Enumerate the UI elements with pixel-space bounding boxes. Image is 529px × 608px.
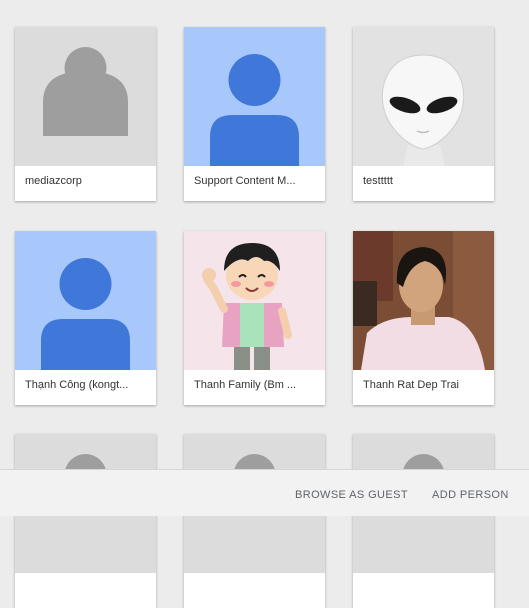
default-person-icon: [15, 231, 156, 370]
profile-card-testtttt[interactable]: testtttt: [353, 27, 494, 201]
default-person-icon: [184, 27, 325, 166]
profile-name: Thanh Rat Dep Trai: [363, 379, 459, 391]
browse-as-guest-button[interactable]: BROWSE AS GUEST: [295, 489, 408, 501]
add-person-button[interactable]: ADD PERSON: [432, 489, 509, 501]
profile-name: Support Content M...: [194, 175, 296, 187]
cartoon-boy-avatar-image: [184, 231, 325, 370]
profile-name: Thanh Family (Bm ...: [194, 379, 297, 391]
default-person-icon: [15, 27, 156, 166]
profile-card[interactable]: [184, 434, 325, 608]
profile-card-thanh-rat-dep-trai[interactable]: Thanh Rat Dep Trai: [353, 231, 494, 405]
profile-name: testtttt: [363, 175, 393, 187]
profile-name: Thạnh Công (kongt...: [25, 379, 129, 391]
profile-card-support-content[interactable]: Support Content M...: [184, 27, 325, 201]
profile-card[interactable]: [15, 434, 156, 608]
man-photo-avatar-image: [353, 231, 494, 370]
alien-avatar-image: [353, 27, 494, 166]
action-bar: BROWSE AS GUEST ADD PERSON: [0, 469, 529, 516]
profile-name: mediazcorp: [25, 175, 82, 187]
profile-card-thanh-family[interactable]: Thanh Family (Bm ...: [184, 231, 325, 405]
profile-card[interactable]: [353, 434, 494, 608]
profile-card-mediazcorp[interactable]: mediazcorp: [15, 27, 156, 201]
profile-card-thanh-cong[interactable]: Thạnh Công (kongt...: [15, 231, 156, 405]
